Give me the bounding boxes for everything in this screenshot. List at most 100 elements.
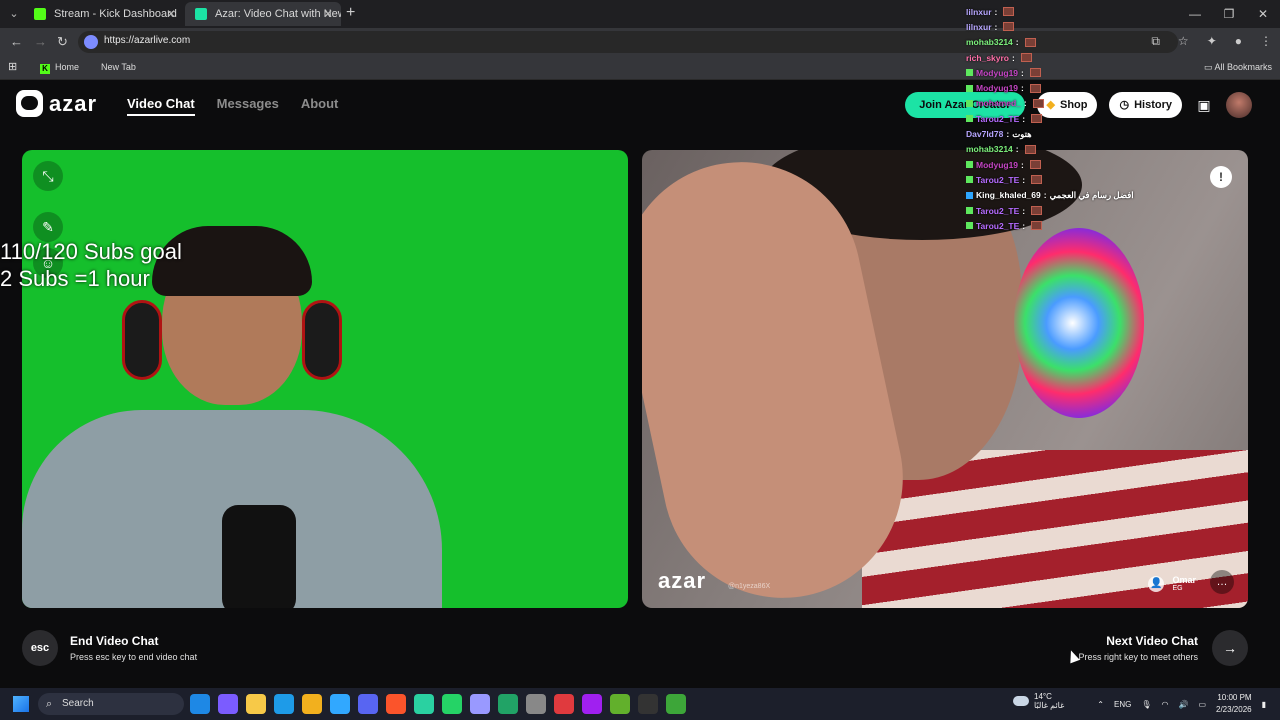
mic-icon[interactable]: 🎙	[1141, 700, 1151, 709]
search-icon: ⌕	[46, 698, 53, 710]
chat-username: Modyug19	[976, 67, 1019, 78]
cloud-icon	[1013, 696, 1029, 706]
window-controls: — ❐ ✕	[1178, 0, 1280, 28]
chat-username: Tarou2_TE	[976, 205, 1020, 216]
azar-logo[interactable]: azar	[16, 90, 97, 117]
close-tab-icon[interactable]: ✕	[166, 2, 176, 26]
chat-emote-icon	[1003, 7, 1015, 17]
all-bookmarks[interactable]: ▭ All Bookmarks	[1204, 62, 1272, 73]
close-tab-icon[interactable]: ✕	[323, 2, 333, 26]
main-nav: Video Chat Messages About	[127, 96, 338, 116]
chat-bubble-icon[interactable]: …	[1210, 570, 1234, 594]
report-shield-icon[interactable]: !	[1210, 166, 1232, 188]
profile-icon[interactable]: ●	[1235, 34, 1242, 49]
taskbar-app-icon[interactable]	[274, 694, 294, 714]
notifications-icon[interactable]: ▮	[1262, 700, 1266, 709]
peer-name: Omar	[1172, 575, 1196, 585]
taskbar-app-icon[interactable]	[442, 694, 462, 714]
tray-chevron-icon[interactable]: ⌃	[1097, 700, 1104, 709]
restore-icon[interactable]: ❐	[1212, 0, 1246, 28]
next-chat-control[interactable]: Next Video Chat Press right key to meet …	[1078, 630, 1248, 666]
chat-username: King_khaled_69	[976, 190, 1041, 201]
nav-messages[interactable]: Messages	[217, 96, 279, 116]
tab-azar[interactable]: Azar: Video Chat with New ✕	[185, 2, 341, 26]
chat-line: Tarou2_TE:	[966, 111, 1146, 126]
chat-separator: :	[1022, 205, 1026, 216]
battery-icon[interactable]: ▭	[1198, 700, 1206, 709]
chat-line: Modyug19:	[966, 157, 1146, 172]
weather-widget[interactable]: 14°C غائم غالبًا	[1013, 692, 1064, 710]
taskbar-app-icon[interactable]	[190, 694, 210, 714]
back-icon[interactable]: ←	[10, 34, 23, 49]
url-text: https://azarlive.com	[104, 35, 191, 46]
minimize-icon[interactable]: —	[1178, 0, 1212, 28]
next-arrow-button[interactable]: →	[1212, 630, 1248, 666]
taskbar-app-icon[interactable]	[610, 694, 630, 714]
end-chat-control[interactable]: esc End Video Chat Press esc key to end …	[22, 630, 197, 666]
taskbar-app-icon[interactable]	[638, 694, 658, 714]
minimize-video-icon[interactable]: ⤡	[33, 161, 63, 191]
taskbar-app-icon[interactable]	[358, 694, 378, 714]
nav-video-chat[interactable]: Video Chat	[127, 96, 195, 116]
chat-line: Tarou2_TE:	[966, 203, 1146, 218]
taskbar-search[interactable]: ⌕ Search	[38, 693, 184, 715]
taskbar-app-icon[interactable]	[666, 694, 686, 714]
taskbar-app-icon[interactable]	[470, 694, 490, 714]
language-indicator[interactable]: ENG	[1114, 700, 1131, 709]
cast-icon[interactable]: ⧉	[1151, 34, 1160, 49]
chat-username: Dav7ld78	[966, 129, 1004, 140]
bookmark-star-icon[interactable]: ☆	[1178, 34, 1189, 49]
menu-icon[interactable]: ⋮	[1260, 34, 1272, 49]
peer-info[interactable]: 👤 Omar EG	[1148, 575, 1196, 592]
chat-line: King_khaled_69: افضل رسام في العجمي	[966, 188, 1146, 203]
taskbar-app-icon[interactable]	[498, 694, 518, 714]
clock[interactable]: 10:00 PM 2/23/2026	[1216, 692, 1252, 716]
nav-about[interactable]: About	[301, 96, 339, 116]
bookmark-new-tab[interactable]: New Tab	[101, 62, 136, 72]
all-bookmarks-label: All Bookmarks	[1214, 62, 1273, 72]
taskbar-app-icon[interactable]	[526, 694, 546, 714]
clock-date: 2/23/2026	[1216, 705, 1252, 714]
goal-line-1: 110/120 Subs goal	[0, 239, 182, 264]
chat-separator: :	[1022, 220, 1026, 231]
taskbar-app-icon[interactable]	[582, 694, 602, 714]
taskbar-app-icon[interactable]	[302, 694, 322, 714]
subs-goal-overlay: 110/120 Subs goal 2 Subs =1 hour	[0, 238, 182, 292]
taskbar-apps	[190, 694, 686, 714]
site-info-icon[interactable]	[84, 35, 98, 49]
taskbar-app-icon[interactable]	[554, 694, 574, 714]
inbox-icon[interactable]: ▣	[1194, 95, 1214, 115]
apps-grid-icon[interactable]: ⊞	[8, 60, 17, 73]
bookmark-home[interactable]: K Home	[40, 62, 79, 74]
close-window-icon[interactable]: ✕	[1246, 0, 1280, 28]
avatar[interactable]	[1226, 92, 1252, 118]
chat-username: mohab3214	[966, 37, 1013, 48]
tab-label: Stream - Kick Dashboard	[54, 8, 177, 20]
azar-logo-icon	[16, 90, 43, 117]
chat-line: mohamed_:	[966, 96, 1146, 111]
peer-video: ! azar @n1yeza86X 👤 Omar EG …	[642, 150, 1248, 608]
chat-emote-icon	[1029, 83, 1041, 93]
chat-badge-icon	[966, 222, 973, 230]
wifi-icon[interactable]: ◠	[1161, 700, 1168, 709]
chat-separator: :	[1012, 52, 1015, 63]
volume-icon[interactable]: 🔊	[1178, 700, 1188, 709]
chat-username: Modyug19	[976, 83, 1019, 94]
esc-button[interactable]: esc	[22, 630, 58, 666]
taskbar-app-icon[interactable]	[218, 694, 238, 714]
forward-icon[interactable]: →	[34, 34, 47, 49]
chat-badge-icon	[966, 84, 973, 92]
chat-emote-icon	[1031, 221, 1043, 231]
chat-separator: :	[1015, 144, 1019, 155]
windows-start-icon[interactable]	[13, 696, 29, 712]
tab-search-icon[interactable]: ⌄	[6, 6, 22, 22]
taskbar-app-icon[interactable]	[386, 694, 406, 714]
goal-line-2: 2 Subs =1 hour	[0, 266, 150, 291]
taskbar-app-icon[interactable]	[414, 694, 434, 714]
taskbar-app-icon[interactable]	[246, 694, 266, 714]
new-tab-icon[interactable]: +	[346, 4, 355, 22]
tab-kick-dashboard[interactable]: Stream - Kick Dashboard ✕	[24, 2, 184, 26]
extensions-icon[interactable]: ✦	[1207, 34, 1217, 49]
taskbar-app-icon[interactable]	[330, 694, 350, 714]
reload-icon[interactable]: ↻	[57, 34, 68, 50]
